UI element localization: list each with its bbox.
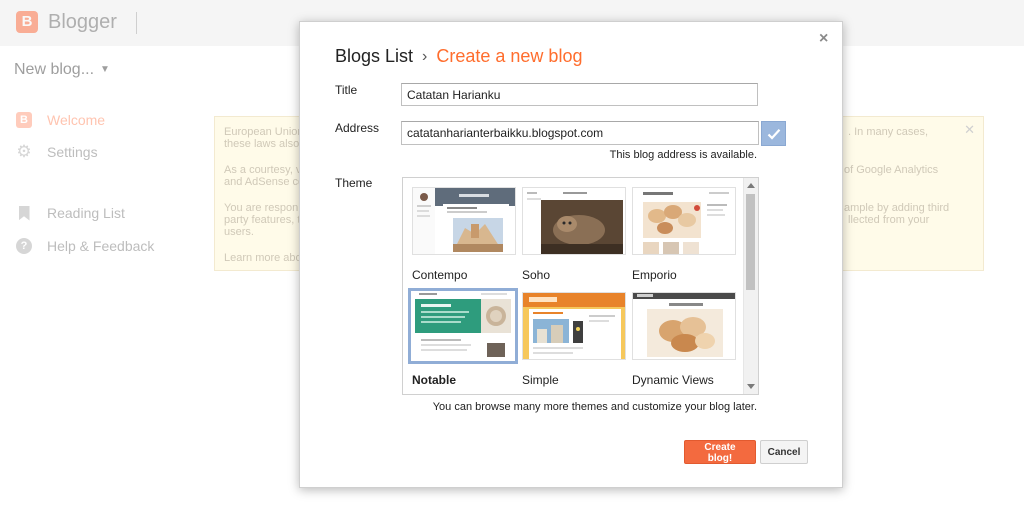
notice-text: of Google Analytics bbox=[844, 164, 939, 176]
brand-divider bbox=[136, 12, 137, 34]
theme-name: Emporio bbox=[632, 268, 677, 282]
address-label: Address bbox=[335, 121, 380, 135]
scroll-up-icon[interactable] bbox=[747, 183, 755, 188]
cancel-button[interactable]: Cancel bbox=[760, 440, 808, 464]
brand-name: Blogger bbox=[48, 11, 117, 33]
breadcrumb-blogs-list[interactable]: Blogs List bbox=[335, 46, 413, 67]
sidebar-item-label: Settings bbox=[47, 144, 98, 160]
address-status: This blog address is available. bbox=[609, 149, 757, 161]
title-label: Title bbox=[335, 83, 358, 97]
sidebar-item-reading-list[interactable]: Reading List bbox=[16, 201, 125, 225]
notice-link[interactable]: Learn more abo bbox=[224, 252, 302, 265]
bookmark-icon bbox=[18, 205, 30, 221]
theme-thumbnail bbox=[632, 187, 736, 255]
theme-thumbnail bbox=[522, 187, 626, 255]
notice-text: and AdSense co bbox=[224, 176, 305, 188]
theme-thumbnail bbox=[412, 187, 516, 255]
create-blog-dialog: × Blogs List › Create a new blog Title A… bbox=[299, 21, 843, 488]
notice-text: llected from your bbox=[848, 214, 930, 226]
scroll-down-icon[interactable] bbox=[747, 384, 755, 389]
theme-thumbnail bbox=[522, 292, 626, 360]
scrollbar-thumb[interactable] bbox=[746, 194, 755, 290]
sidebar-item-welcome[interactable]: B Welcome bbox=[16, 108, 105, 132]
help-icon: ? bbox=[16, 238, 32, 254]
page-title: Create a new blog bbox=[436, 46, 583, 66]
address-check-button[interactable] bbox=[761, 121, 786, 146]
notice-text: users. bbox=[224, 226, 254, 238]
theme-name: Notable bbox=[412, 373, 457, 387]
theme-name: Contempo bbox=[412, 268, 468, 282]
theme-hint: You can browse many more themes and cust… bbox=[432, 401, 757, 413]
blogger-logo-icon bbox=[16, 11, 38, 33]
blogger-icon: B bbox=[16, 112, 32, 128]
notice-text: . In many cases, bbox=[848, 126, 929, 138]
theme-scrollbar[interactable] bbox=[743, 178, 758, 394]
checkmark-icon bbox=[767, 128, 780, 140]
theme-name: Simple bbox=[522, 373, 559, 387]
theme-name: Soho bbox=[522, 268, 551, 282]
blog-selector-label: New blog... bbox=[14, 61, 95, 78]
create-blog-button[interactable]: Create blog! bbox=[684, 440, 756, 464]
theme-thumbnail bbox=[632, 292, 736, 360]
sidebar-item-label: Welcome bbox=[47, 112, 106, 128]
title-input[interactable] bbox=[401, 83, 758, 106]
notice-close-icon[interactable]: ✕ bbox=[964, 123, 975, 136]
close-icon[interactable]: × bbox=[819, 30, 828, 48]
blog-selector[interactable]: New blog... ▼ bbox=[14, 61, 110, 79]
theme-picker: Contempo Soho Emporio Notable Simple Dyn… bbox=[402, 177, 759, 395]
sidebar-item-label: Reading List bbox=[47, 205, 125, 221]
breadcrumb-separator: › bbox=[422, 47, 428, 65]
caret-down-icon: ▼ bbox=[100, 64, 110, 76]
theme-thumbnail bbox=[408, 288, 518, 364]
notice-text: these laws also bbox=[224, 138, 300, 150]
theme-name: Dynamic Views bbox=[632, 373, 714, 387]
sidebar-item-settings[interactable]: ⚙ Settings bbox=[16, 140, 98, 164]
theme-label: Theme bbox=[335, 176, 373, 190]
sidebar-item-help[interactable]: ? Help & Feedback bbox=[16, 234, 154, 258]
theme-grid: Contempo Soho Emporio Notable Simple Dyn… bbox=[403, 178, 743, 394]
gear-icon: ⚙ bbox=[16, 142, 32, 161]
sidebar-item-label: Help & Feedback bbox=[47, 238, 155, 254]
address-input[interactable] bbox=[401, 121, 759, 145]
breadcrumb: Blogs List › Create a new blog bbox=[335, 46, 582, 67]
